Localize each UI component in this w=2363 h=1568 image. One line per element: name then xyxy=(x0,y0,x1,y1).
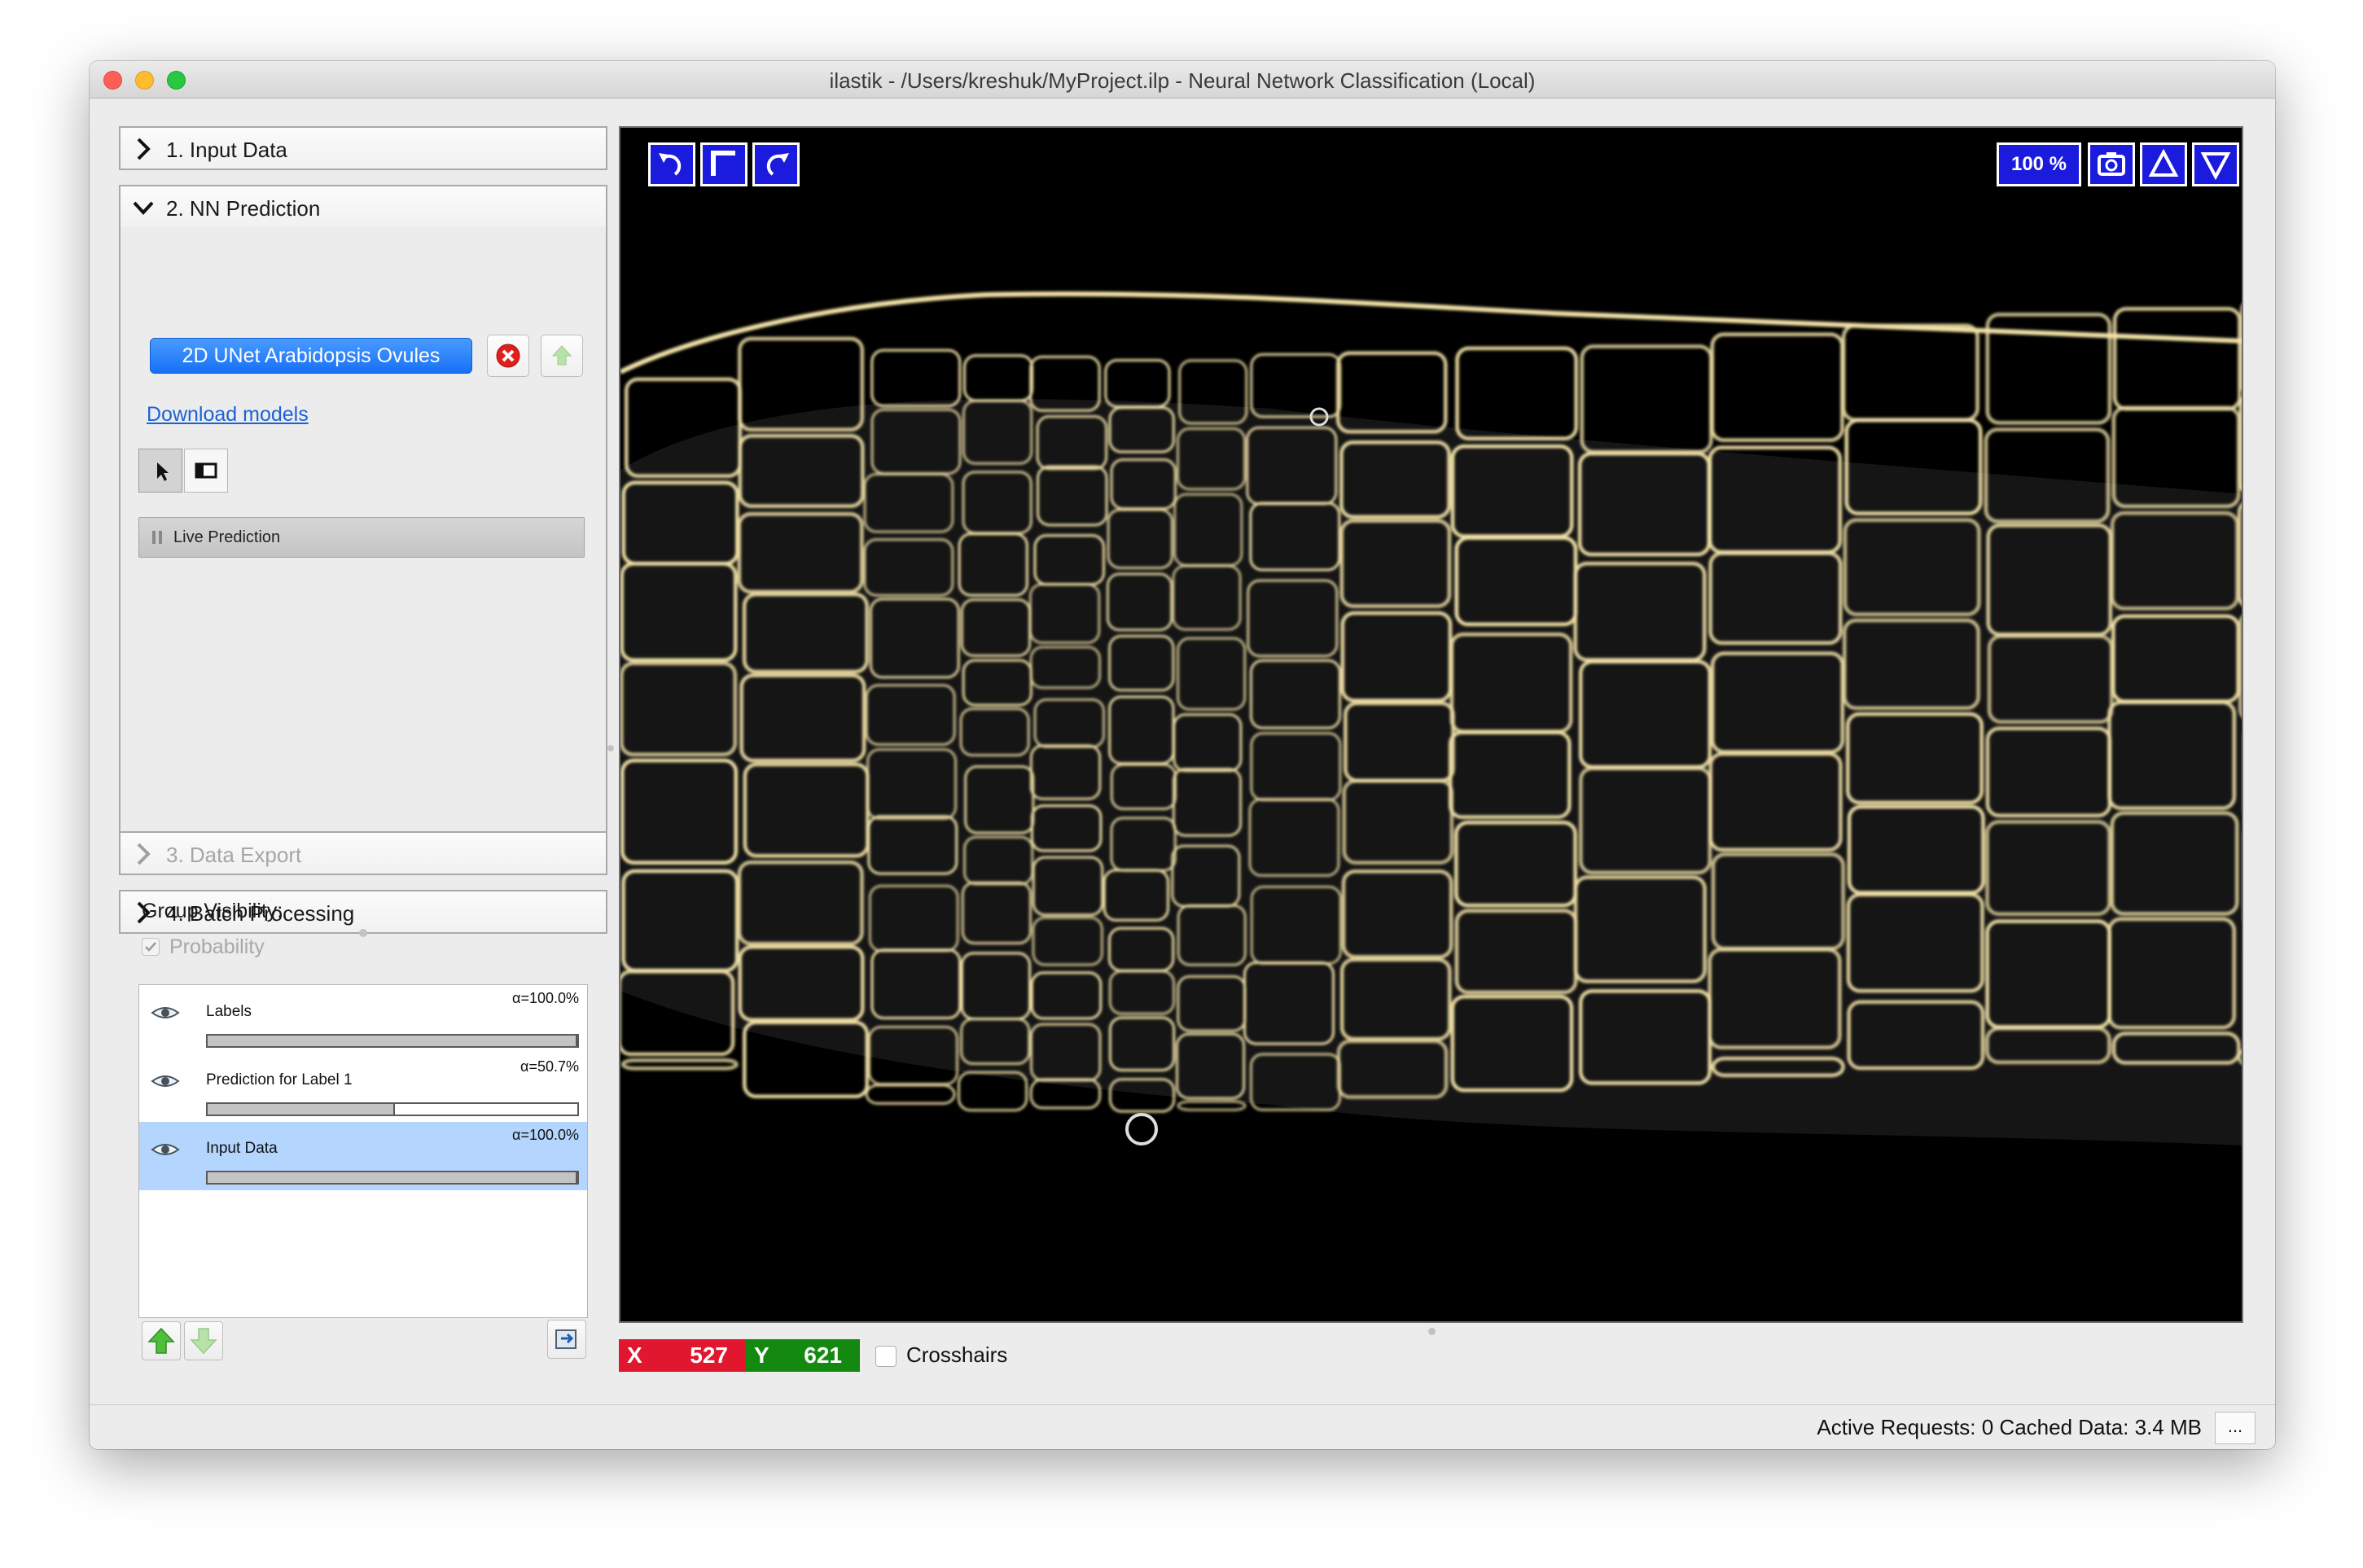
cell-wall xyxy=(2238,397,2242,492)
layer-row-input-data[interactable]: Input Data α=100.0% xyxy=(139,1122,587,1190)
app-window: ilastik - /Users/kreshuk/MyProject.ilp -… xyxy=(90,61,2275,1449)
cell-wall xyxy=(1104,359,1171,409)
x-coordinate-field[interactable]: X 527 xyxy=(619,1339,746,1372)
cell-wall xyxy=(1710,332,1844,442)
rotate-left-button[interactable] xyxy=(648,142,695,186)
applet-header-input-data[interactable]: 1. Input Data xyxy=(119,126,607,170)
image-viewer[interactable]: 100 % xyxy=(619,126,2243,1323)
cell-wall xyxy=(1841,323,1979,422)
cell-wall xyxy=(2112,307,2242,411)
cell-wall xyxy=(865,1084,956,1105)
cell-wall xyxy=(620,1058,739,1071)
move-layer-down-button[interactable] xyxy=(184,1321,223,1360)
pause-icon xyxy=(152,531,162,544)
cell-wall xyxy=(1250,353,1342,418)
eye-icon[interactable] xyxy=(149,1140,182,1159)
cell-wall xyxy=(1580,344,1713,454)
splitter-handle[interactable] xyxy=(607,745,614,751)
crosshairs-checkbox[interactable] xyxy=(875,1346,897,1367)
close-circle-icon xyxy=(496,344,520,368)
cell-wall xyxy=(2239,304,2242,390)
screenshot-button[interactable] xyxy=(2088,142,2135,186)
cell-wall xyxy=(1455,346,1578,440)
x-coordinate-value: 527 xyxy=(690,1342,728,1368)
more-status-button[interactable]: ... xyxy=(2215,1412,2256,1444)
download-models-link[interactable]: Download models xyxy=(147,403,309,427)
layer-name: Input Data xyxy=(206,1140,278,1157)
triangle-down-icon xyxy=(2200,152,2231,181)
layer-opacity-value: α=100.0% xyxy=(512,990,579,1006)
live-prediction-button[interactable]: Live Prediction xyxy=(138,517,585,558)
eye-icon[interactable] xyxy=(149,1003,182,1023)
status-bar: Active Requests: 0 Cached Data: 3.4 MB .… xyxy=(90,1404,2275,1449)
layer-list: Labels α=100.0% Prediction for Label 1 α… xyxy=(138,984,588,1318)
reset-view-button[interactable] xyxy=(700,142,747,186)
applet-header-nn-prediction[interactable]: 2. NN Prediction xyxy=(119,185,607,229)
arrow-up-icon xyxy=(147,1327,175,1354)
cell-wall xyxy=(1177,1100,1247,1111)
export-layer-button[interactable] xyxy=(547,1320,586,1359)
layer-name: Prediction for Label 1 xyxy=(206,1071,353,1088)
opacity-fill xyxy=(208,1172,577,1183)
opacity-slider[interactable] xyxy=(206,1102,579,1116)
layer-row-labels[interactable]: Labels α=100.0% xyxy=(139,985,587,1053)
layer-name: Labels xyxy=(206,1003,252,1020)
camera-icon xyxy=(2098,152,2125,176)
title-bar: ilastik - /Users/kreshuk/MyProject.ilp -… xyxy=(90,61,2275,99)
applet-label: 1. Input Data xyxy=(166,138,287,162)
rotate-right-icon xyxy=(766,153,789,176)
applet-label: 2. NN Prediction xyxy=(166,196,321,221)
group-visibility-label: Group Visibility: xyxy=(142,900,283,922)
probability-label: Probability xyxy=(169,935,265,958)
rectangle-icon xyxy=(195,462,217,479)
layer-opacity-value: α=100.0% xyxy=(512,1127,579,1143)
y-axis-label: Y xyxy=(754,1342,769,1368)
y-coordinate-field[interactable]: Y 621 xyxy=(746,1339,860,1372)
crosshairs-label: Crosshairs xyxy=(906,1342,1008,1367)
rotate-right-button[interactable] xyxy=(752,142,800,186)
opacity-slider[interactable] xyxy=(206,1171,579,1185)
slice-down-button[interactable] xyxy=(2192,142,2239,186)
chevron-right-icon xyxy=(137,843,151,865)
live-prediction-label: Live Prediction xyxy=(173,528,281,546)
opacity-fill xyxy=(208,1036,577,1046)
opacity-fill xyxy=(208,1104,396,1115)
upload-model-button[interactable] xyxy=(541,335,583,377)
microscopy-image xyxy=(620,291,2242,1145)
remove-model-button[interactable] xyxy=(487,335,529,377)
eye-icon[interactable] xyxy=(149,1071,182,1091)
window-title: ilastik - /Users/kreshuk/MyProject.ilp -… xyxy=(829,68,1536,93)
y-coordinate-value: 621 xyxy=(804,1342,842,1368)
selection-tool-button[interactable] xyxy=(184,449,228,493)
move-layer-up-button[interactable] xyxy=(142,1321,181,1360)
model-button[interactable]: 2D UNet Arabidopsis Ovules xyxy=(150,338,472,374)
cell-wall xyxy=(962,354,1034,402)
splitter-handle[interactable] xyxy=(1428,1328,1436,1335)
splitter-handle[interactable] xyxy=(359,929,367,937)
applet-header-data-export[interactable]: 3. Data Export xyxy=(119,831,607,875)
slice-up-button[interactable] xyxy=(2140,142,2187,186)
applet-label: 3. Data Export xyxy=(166,843,302,867)
triangle-up-icon xyxy=(2148,148,2179,177)
navigation-tool-button[interactable] xyxy=(138,449,182,493)
status-text: Active Requests: 0 Cached Data: 3.4 MB xyxy=(1817,1415,2202,1439)
chevron-right-icon xyxy=(137,138,151,160)
cell-wall xyxy=(2238,615,2242,718)
opacity-slider[interactable] xyxy=(206,1034,579,1048)
export-icon xyxy=(555,1329,577,1349)
rotate-left-icon xyxy=(659,153,682,176)
layer-row-prediction[interactable]: Prediction for Label 1 α=50.7% xyxy=(139,1053,587,1122)
frame-corner-icon xyxy=(711,151,735,176)
arrow-up-icon xyxy=(551,345,572,366)
arrow-down-icon xyxy=(190,1328,217,1355)
zoom-level-button[interactable]: 100 % xyxy=(1997,142,2081,186)
checkmark-icon xyxy=(145,942,156,952)
chevron-down-icon xyxy=(133,201,154,215)
probability-checkbox[interactable] xyxy=(142,938,160,956)
x-axis-label: X xyxy=(627,1342,642,1368)
pointer-icon xyxy=(157,462,169,481)
cell-wall xyxy=(870,348,962,408)
layer-opacity-value: α=50.7% xyxy=(520,1058,579,1075)
